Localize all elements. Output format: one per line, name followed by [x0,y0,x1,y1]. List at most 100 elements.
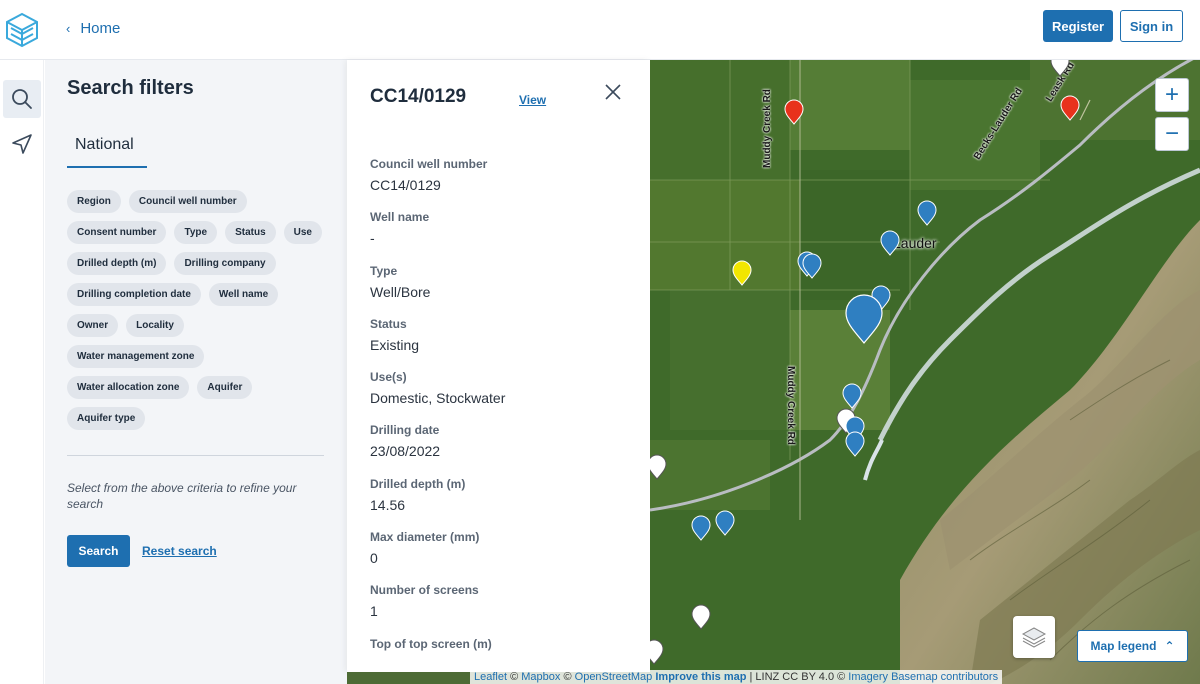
field-value: 14.56 [370,496,406,513]
field-drilled-depth: Drilled depth (m) 14.56 [370,477,505,530]
side-rail [0,60,44,684]
filter-chips: Region Council well number Consent numbe… [67,190,327,430]
well-marker[interactable] [917,200,937,226]
search-rail-button[interactable] [3,80,41,118]
map-legend-label: Map legend [1090,639,1157,653]
well-marker[interactable] [650,639,664,665]
filter-chip-use[interactable]: Use [283,221,322,244]
field-label: Well name [370,210,430,225]
field-number-of-screens: Number of screens 1 [370,583,505,636]
field-value: 1 [370,603,378,620]
well-marker[interactable] [691,515,711,541]
filter-chip-water-management-zone[interactable]: Water management zone [67,345,205,368]
field-label: Drilled depth (m) [370,476,466,491]
well-detail-panel: CC14/0129 View Council well number CC14/… [347,60,650,672]
chevron-left-icon: ‹ [66,21,71,36]
filter-chip-type[interactable]: Type [174,221,218,244]
field-status: Status Existing [370,317,505,370]
field-value: 23/08/2022 [370,443,441,460]
view-link[interactable]: View [519,93,546,107]
leaflet-link[interactable]: Leaflet [474,671,507,683]
well-marker[interactable] [1060,95,1080,121]
copyright-mark: © [563,671,572,683]
field-label: Drilling date [370,423,440,438]
field-council-well-number: Council well number CC14/0129 [370,157,505,210]
field-well-name: Well name - [370,210,505,263]
filter-hint: Select from the above criteria to refine… [67,481,297,511]
filter-chip-locality[interactable]: Locality [126,314,184,337]
search-button[interactable]: Search [67,535,130,567]
field-value: Well/Bore [370,283,431,300]
well-markers [650,60,1080,665]
copyright-mark: © [510,671,519,683]
reset-search-link[interactable]: Reset search [142,544,217,558]
well-marker[interactable] [784,99,804,125]
filter-chip-aquifer[interactable]: Aquifer [197,376,253,399]
improve-map-link[interactable]: Improve this map [655,671,746,683]
navigation-arrow-icon [12,134,32,154]
field-label: Type [370,263,398,278]
zoom-in-button[interactable]: + [1155,78,1189,112]
field-value: CC14/0129 [370,177,441,193]
well-marker[interactable] [732,260,752,286]
filter-chip-status[interactable]: Status [225,221,276,244]
filter-chip-owner[interactable]: Owner [67,314,119,337]
field-top-of-top-screen: Top of top screen (m) [370,637,505,672]
top-bar: ‹ Home Register Sign in [0,0,1200,60]
filter-chip-council-well-number[interactable]: Council well number [128,190,247,213]
home-link-label: Home [80,20,121,37]
filter-chip-aquifer-type[interactable]: Aquifer type [67,407,146,430]
app-logo-icon[interactable] [0,0,44,60]
zoom-out-button[interactable]: − [1155,117,1189,151]
home-link[interactable]: ‹ Home [66,20,120,37]
map-legend-button[interactable]: Map legend ⌃ [1077,630,1188,662]
filter-chip-drilling-company[interactable]: Drilling company [174,252,276,275]
well-marker[interactable] [842,383,862,409]
well-marker[interactable] [880,230,900,256]
imagery-basemap-link[interactable]: Imagery Basemap contributors [848,671,998,683]
well-marker[interactable] [691,604,711,630]
field-label: Council well number [370,157,488,171]
map-attribution: Leaflet © Mapbox © OpenStreetMap Improve… [470,670,1003,684]
search-icon [12,89,32,109]
well-fields: Council well number CC14/0129 Well name … [370,157,505,672]
layers-button[interactable] [1013,616,1055,658]
close-icon[interactable] [603,82,623,102]
filters-title: Search filters [67,77,194,99]
field-value: Domestic, Stockwater [370,390,506,407]
field-label: Number of screens [370,583,479,598]
well-id-title: CC14/0129 [370,86,467,107]
filter-chip-drilling-completion-date[interactable]: Drilling completion date [67,283,201,306]
selected-well-marker[interactable] [845,294,883,344]
field-label: Max diameter (mm) [370,530,480,545]
filter-chip-region[interactable]: Region [67,190,121,213]
field-drilling-date: Drilling date 23/08/2022 [370,423,505,476]
well-marker[interactable] [715,510,735,536]
well-marker[interactable] [845,431,865,457]
filter-chip-drilled-depth[interactable]: Drilled depth (m) [67,252,167,275]
well-marker[interactable] [1050,60,1070,77]
map-view[interactable]: Muddy Creek Rd Becks-Lauder Rd Leask Rd … [650,60,1200,684]
field-uses: Use(s) Domestic, Stockwater [370,370,505,423]
linz-credit: | LINZ CC BY 4.0 © [749,671,846,683]
openstreetmap-link[interactable]: OpenStreetMap [575,671,653,683]
field-label: Use(s) [370,370,407,385]
layers-icon [1021,627,1047,648]
field-value: 0 [370,550,378,567]
field-type: Type Well/Bore [370,264,505,317]
filter-chip-water-allocation-zone[interactable]: Water allocation zone [67,376,190,399]
well-marker[interactable] [650,454,667,480]
register-button[interactable]: Register [1043,10,1113,42]
mapbox-link[interactable]: Mapbox [521,671,560,683]
filter-chip-well-name[interactable]: Well name [208,283,279,306]
field-max-diameter: Max diameter (mm) 0 [370,530,505,583]
chevron-up-icon: ⌃ [1164,639,1175,653]
field-label: Top of top screen (m) [370,636,492,651]
navigate-rail-button[interactable] [3,125,41,163]
filter-chip-consent-number[interactable]: Consent number [67,221,167,244]
field-value: Existing [370,336,420,353]
tab-national[interactable]: National [67,136,147,168]
search-filters-panel: Search filters National Region Council w… [45,60,347,684]
field-value: - [370,230,375,247]
signin-button[interactable]: Sign in [1120,10,1183,42]
